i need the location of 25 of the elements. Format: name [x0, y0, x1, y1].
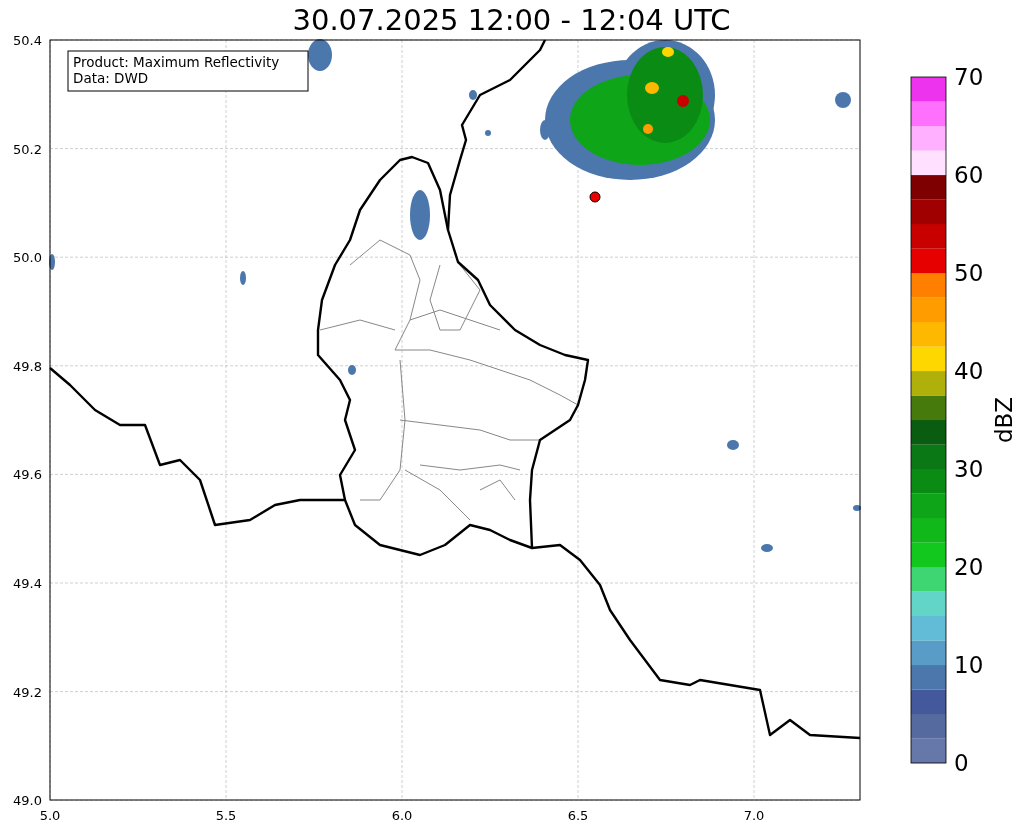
colorbar-tick-label: 60 — [954, 162, 984, 188]
colorbar-tick-label: 10 — [954, 652, 984, 678]
colorbar-tick-label: 40 — [954, 358, 984, 384]
y-tick-label: 50.2 — [13, 141, 42, 157]
colorbar-tick-label: 20 — [954, 554, 984, 580]
y-tick-label: 50.4 — [13, 33, 42, 48]
x-tick-label: 6.0 — [391, 808, 413, 823]
x-tick-label: 5.5 — [215, 808, 237, 823]
y-tick-label: 49.8 — [13, 358, 42, 374]
x-tick-label: 5.0 — [39, 808, 61, 823]
location-marker-icon — [589, 191, 601, 203]
y-tick-label: 49.2 — [13, 684, 42, 700]
y-tick-label: 49.6 — [13, 467, 42, 483]
colorbar-tick-label: 0 — [954, 750, 969, 776]
colorbar-tick-label: 70 — [954, 64, 984, 90]
colorbar-tick-label: 30 — [954, 456, 984, 482]
y-tick-label: 50.0 — [13, 250, 42, 266]
annotation-box: Product: Maximum Reflectivity Data: DWD — [67, 50, 309, 92]
colorbar-tick-label: 50 — [954, 260, 984, 286]
colorbar-label: dBZ — [991, 396, 1017, 444]
x-tick-label: 7.0 — [743, 808, 765, 823]
chart-title: 30.07.2025 12:00 - 12:04 UTC — [292, 2, 731, 30]
y-tick-label: 49.0 — [13, 793, 42, 809]
x-tick-label: 6.5 — [567, 808, 589, 823]
y-tick-label: 49.4 — [13, 576, 42, 591]
